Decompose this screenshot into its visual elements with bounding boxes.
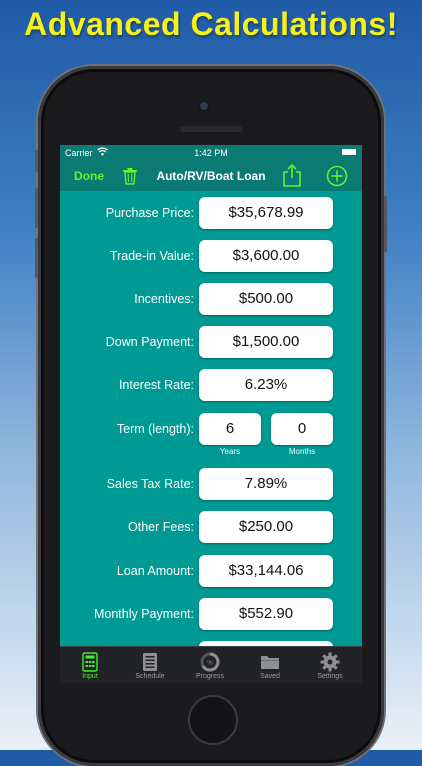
trade-in-field[interactable]: $3,600.00: [199, 240, 333, 272]
other-fees-field[interactable]: $250.00: [199, 511, 333, 543]
progress-icon: %: [200, 652, 220, 672]
loan-amount-label: Loan Amount:: [117, 555, 194, 587]
tab-bar: Input Schedule % Progress: [60, 646, 362, 683]
share-icon[interactable]: [282, 163, 302, 187]
tab-settings-label: Settings: [300, 673, 360, 680]
purchase-price-label: Purchase Price:: [106, 197, 194, 229]
tab-progress[interactable]: % Progress: [180, 647, 240, 683]
page-title: Auto/RV/Boat Loan: [60, 169, 362, 183]
term-months-field[interactable]: 0: [271, 413, 333, 445]
sales-tax-row: Sales Tax Rate: 7.89%: [60, 468, 362, 502]
interest-rate-label: Interest Rate:: [119, 369, 194, 401]
incentives-row: Incentives: $500.00: [60, 283, 362, 317]
interest-rate-field[interactable]: 6.23%: [199, 369, 333, 401]
svg-text:%: %: [207, 661, 213, 667]
navigation-bar: Done Auto/RV/Boat Loan: [60, 161, 362, 191]
tab-schedule[interactable]: Schedule: [120, 647, 180, 683]
sales-tax-field[interactable]: 7.89%: [199, 468, 333, 500]
tab-saved[interactable]: Saved: [240, 647, 300, 683]
term-months-label: Months: [271, 447, 333, 456]
app-screen: Carrier 1:42 PM Done Auto/RV/Boat Loan: [60, 145, 362, 683]
monthly-payment-row: Monthly Payment: $552.90: [60, 598, 362, 632]
loan-amount-row: Loan Amount: $33,144.06: [60, 555, 362, 589]
sales-tax-label: Sales Tax Rate:: [107, 468, 194, 500]
term-label: Term (length):: [117, 413, 194, 445]
incentives-label: Incentives:: [134, 283, 194, 315]
status-bar: Carrier 1:42 PM: [60, 145, 362, 161]
battery-icon: [342, 149, 356, 155]
schedule-icon: [142, 652, 158, 672]
tab-input[interactable]: Input: [60, 647, 120, 683]
loan-amount-field[interactable]: $33,144.06: [199, 555, 333, 587]
phone-volume-down: [35, 238, 38, 278]
tab-progress-label: Progress: [180, 673, 240, 680]
folder-icon: [260, 653, 280, 671]
other-fees-label: Other Fees:: [128, 511, 194, 543]
calculator-icon: [82, 652, 98, 672]
earpiece-speaker: [180, 126, 242, 132]
interest-rate-row: Interest Rate: 6.23%: [60, 369, 362, 403]
purchase-price-row: Purchase Price: $35,678.99: [60, 197, 362, 231]
tab-input-label: Input: [60, 673, 120, 680]
front-camera: [200, 102, 208, 110]
term-years-label: Years: [199, 447, 261, 456]
gear-icon: [320, 652, 340, 672]
term-years-field[interactable]: 6: [199, 413, 261, 445]
down-payment-row: Down Payment: $1,500.00: [60, 326, 362, 360]
monthly-payment-field[interactable]: $552.90: [199, 598, 333, 630]
other-fees-row: Other Fees: $250.00: [60, 511, 362, 545]
trade-in-label: Trade-in Value:: [110, 240, 194, 272]
trade-in-row: Trade-in Value: $3,600.00: [60, 240, 362, 274]
phone-power-button: [384, 196, 387, 252]
add-icon[interactable]: [326, 165, 348, 187]
incentives-field[interactable]: $500.00: [199, 283, 333, 315]
tab-settings[interactable]: Settings: [300, 647, 360, 683]
tab-schedule-label: Schedule: [120, 673, 180, 680]
home-button[interactable]: [188, 695, 238, 745]
down-payment-label: Down Payment:: [106, 326, 194, 358]
down-payment-field[interactable]: $1,500.00: [199, 326, 333, 358]
phone-side-button: [35, 150, 38, 172]
term-row: Term (length): 6 0 Years Months: [60, 413, 362, 461]
monthly-payment-label: Monthly Payment:: [94, 598, 194, 630]
tab-saved-label: Saved: [240, 673, 300, 680]
phone-volume-up: [35, 188, 38, 228]
promo-headline: Advanced Calculations!: [0, 6, 422, 43]
purchase-price-field[interactable]: $35,678.99: [199, 197, 333, 229]
status-time: 1:42 PM: [60, 148, 362, 158]
